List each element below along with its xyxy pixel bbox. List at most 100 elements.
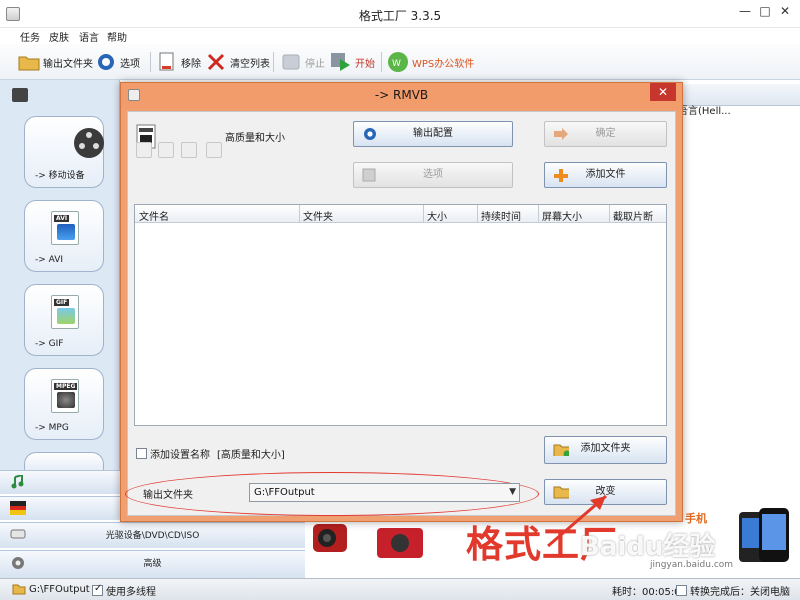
category-label: -> GIF (35, 339, 64, 349)
category-avi[interactable]: AVI -> AVI (24, 200, 104, 272)
chevron-down-icon: ▼ (509, 487, 516, 497)
column-divider (477, 205, 478, 223)
play-icon[interactable] (181, 142, 197, 158)
options-button[interactable]: 选项 (353, 162, 513, 188)
add-folder-label: 添加文件夹 (580, 443, 631, 454)
music-note-icon (11, 475, 24, 489)
multithread-checkbox[interactable] (92, 583, 103, 596)
after-done-option[interactable]: 转换完成后：关闭电脑 (676, 583, 790, 598)
wps-icon: W (387, 51, 409, 73)
multithread-option[interactable]: 使用多线程 (92, 583, 156, 598)
column-screen-size[interactable]: 屏幕大小 (542, 208, 582, 223)
options-icon (364, 128, 376, 140)
options-label: 选项 (120, 58, 140, 70)
category-gif[interactable]: GIF -> GIF (24, 284, 104, 356)
output-folder-label: 输出文件夹 (43, 58, 93, 70)
watermark-url: jingyan.baidu.com (650, 560, 734, 570)
add-icon[interactable] (136, 142, 152, 158)
start-button[interactable]: 开始 (330, 50, 375, 74)
file-table-header: 文件名 文件夹 大小 持续时间 屏幕大小 截取片断 (135, 205, 666, 223)
folder-icon (18, 51, 40, 73)
format-tag: MPEG (54, 383, 78, 390)
folder-icon (12, 584, 26, 595)
multithread-label: 使用多线程 (106, 587, 156, 598)
stop-button[interactable]: 停止 (280, 50, 325, 74)
format-tag: AVI (54, 215, 70, 222)
column-filename[interactable]: 文件名 (139, 208, 169, 223)
ok-button[interactable]: 确定 (544, 121, 667, 147)
group-advanced[interactable]: 高级 (0, 550, 305, 578)
remove-label: 移除 (181, 58, 201, 70)
menu-item-task[interactable]: 任务 (20, 29, 40, 44)
preset-name-value: [高质量和大小] (217, 450, 285, 461)
mpg-file-icon: MPEG (51, 379, 79, 413)
after-done-checkbox[interactable] (676, 585, 687, 596)
info-icon[interactable] (206, 142, 222, 158)
output-config-button[interactable]: 输出配置 (353, 121, 513, 147)
wps-label: WPS办公软件 (412, 58, 475, 70)
delete-icon[interactable] (158, 142, 174, 158)
ok-label: 确定 (595, 128, 616, 139)
output-folder-value: G:\FFOutput (254, 487, 315, 498)
remove-icon (156, 51, 178, 73)
category-label: -> AVI (35, 255, 64, 265)
status-output-path[interactable]: G:\FFOutput (12, 583, 90, 595)
menu-bar: 任务 皮肤 语言 帮助 (0, 28, 800, 44)
category-label: -> MPG (35, 423, 69, 433)
clear-list-label: 清空列表 (230, 58, 270, 70)
category-panel: -> 移动设备 AVI -> AVI GIF -> GIF MPEG -> MP… (0, 80, 120, 470)
category-next-partial[interactable] (24, 452, 104, 470)
close-window-button[interactable]: ✕ (768, 0, 800, 22)
column-size[interactable]: 大小 (427, 208, 447, 223)
preset-name-checkbox-row[interactable]: 添加设置名称 [高质量和大小] (136, 446, 285, 461)
toolbar-divider (381, 52, 382, 72)
film-reel-icon (74, 128, 104, 158)
remove-button[interactable]: 移除 (156, 50, 201, 74)
arrow-right-icon (554, 128, 568, 140)
menu-item-language[interactable]: 语言 (79, 29, 99, 44)
svg-text:W: W (392, 59, 401, 69)
dialog-title-bar: -> RMVB ✕ (121, 83, 682, 109)
video-category-icon (12, 88, 28, 102)
after-done-label: 转换完成后：关闭电脑 (690, 587, 790, 598)
output-config-label: 输出配置 (413, 128, 453, 139)
watermark: Baidu经验 (580, 532, 716, 562)
clear-icon (205, 51, 227, 73)
column-folder[interactable]: 文件夹 (303, 208, 333, 223)
avi-file-icon: AVI (51, 211, 79, 245)
output-folder-select[interactable]: G:\FFOutput ▼ (249, 483, 520, 502)
preset-name-checkbox[interactable] (136, 448, 147, 459)
status-path-text: G:\FFOutput (29, 583, 90, 595)
dialog-close-button[interactable]: ✕ (650, 83, 676, 101)
category-mpg[interactable]: MPEG -> MPG (24, 368, 104, 440)
start-icon (330, 51, 352, 73)
add-file-button[interactable]: 添加文件 (544, 162, 667, 188)
gif-file-icon: GIF (51, 295, 79, 329)
camera-icon (377, 528, 423, 558)
column-divider (423, 205, 424, 223)
quality-label: 高质量和大小 (225, 133, 285, 144)
group-optical-drive[interactable]: 光驱设备\DVD\CD\ISO (0, 522, 305, 548)
clear-list-button[interactable]: 清空列表 (205, 50, 270, 74)
menu-item-help[interactable]: 帮助 (107, 29, 127, 44)
wps-button[interactable]: W WPS办公软件 (387, 50, 474, 74)
preset-checkbox-label: 添加设置名称 (150, 450, 210, 461)
column-duration[interactable]: 持续时间 (481, 208, 521, 223)
group-label: 光驱设备\DVD\CD\ISO (105, 531, 200, 541)
file-table[interactable]: 文件名 文件夹 大小 持续时间 屏幕大小 截取片断 (134, 204, 667, 426)
status-bar: G:\FFOutput 使用多线程 耗时：00:05:02 转换完成后：关闭电脑 (0, 578, 800, 600)
column-divider (609, 205, 610, 223)
task-list-partial-text: 吾言(Hell... (678, 106, 731, 117)
options-button[interactable]: 选项 (95, 50, 140, 74)
output-folder-button[interactable]: 输出文件夹 (18, 50, 93, 74)
add-folder-button[interactable]: 添加文件夹 (544, 436, 667, 464)
column-divider (538, 205, 539, 223)
picture-icon (10, 501, 26, 515)
add-file-label: 添加文件 (585, 169, 626, 180)
category-mobile-device[interactable]: -> 移动设备 (24, 116, 104, 188)
menu-item-skin[interactable]: 皮肤 (49, 29, 69, 44)
folder-add-icon (553, 444, 569, 456)
output-folder-label: 输出文件夹 (143, 490, 193, 501)
column-clip[interactable]: 截取片断 (613, 208, 653, 223)
options-icon (95, 51, 117, 73)
